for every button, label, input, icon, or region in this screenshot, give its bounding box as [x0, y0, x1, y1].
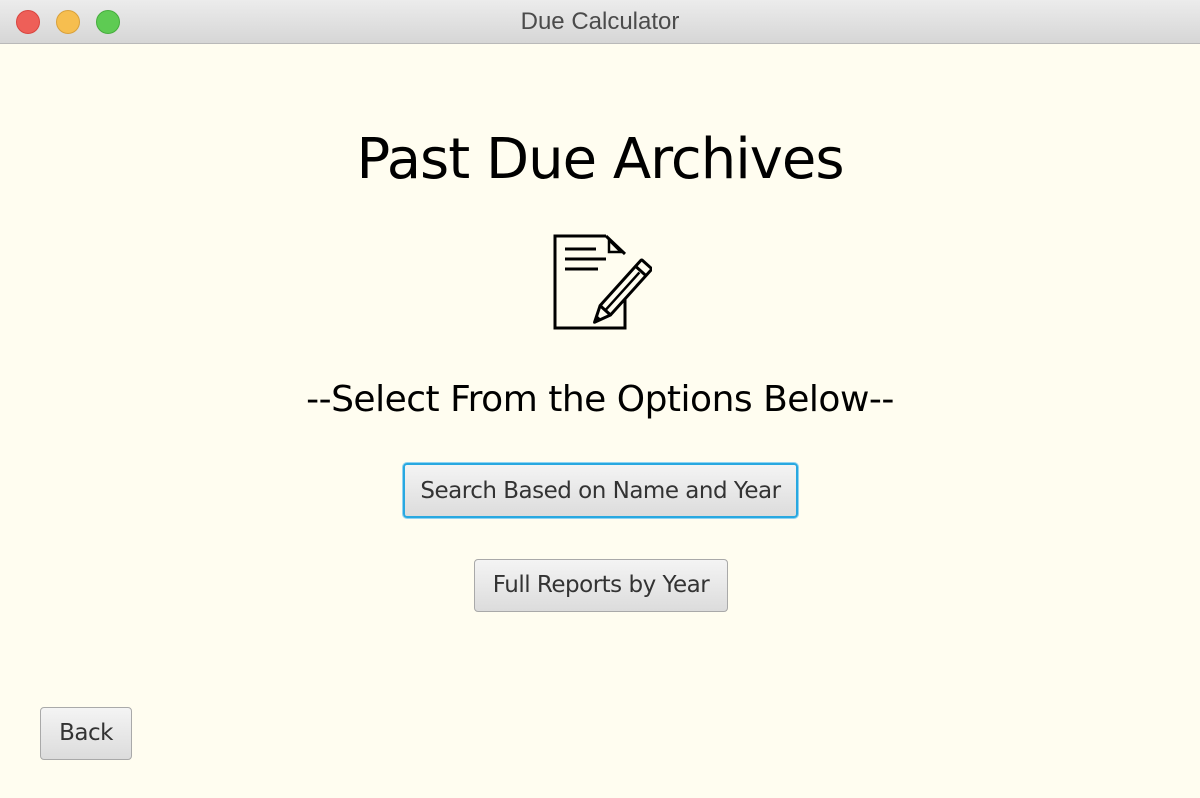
page-title: Past Due Archives	[356, 127, 844, 192]
full-reports-button[interactable]: Full Reports by Year	[474, 559, 728, 612]
search-by-name-year-button[interactable]: Search Based on Name and Year	[403, 463, 798, 518]
title-bar[interactable]: Due Calculator	[0, 0, 1200, 44]
document-edit-icon	[553, 234, 652, 330]
back-button[interactable]: Back	[40, 707, 132, 760]
app-window: Due Calculator Past Due Archives --Selec…	[0, 0, 1200, 798]
window-title: Due Calculator	[520, 8, 680, 35]
options-subtitle: --Select From the Options Below--	[306, 379, 894, 420]
